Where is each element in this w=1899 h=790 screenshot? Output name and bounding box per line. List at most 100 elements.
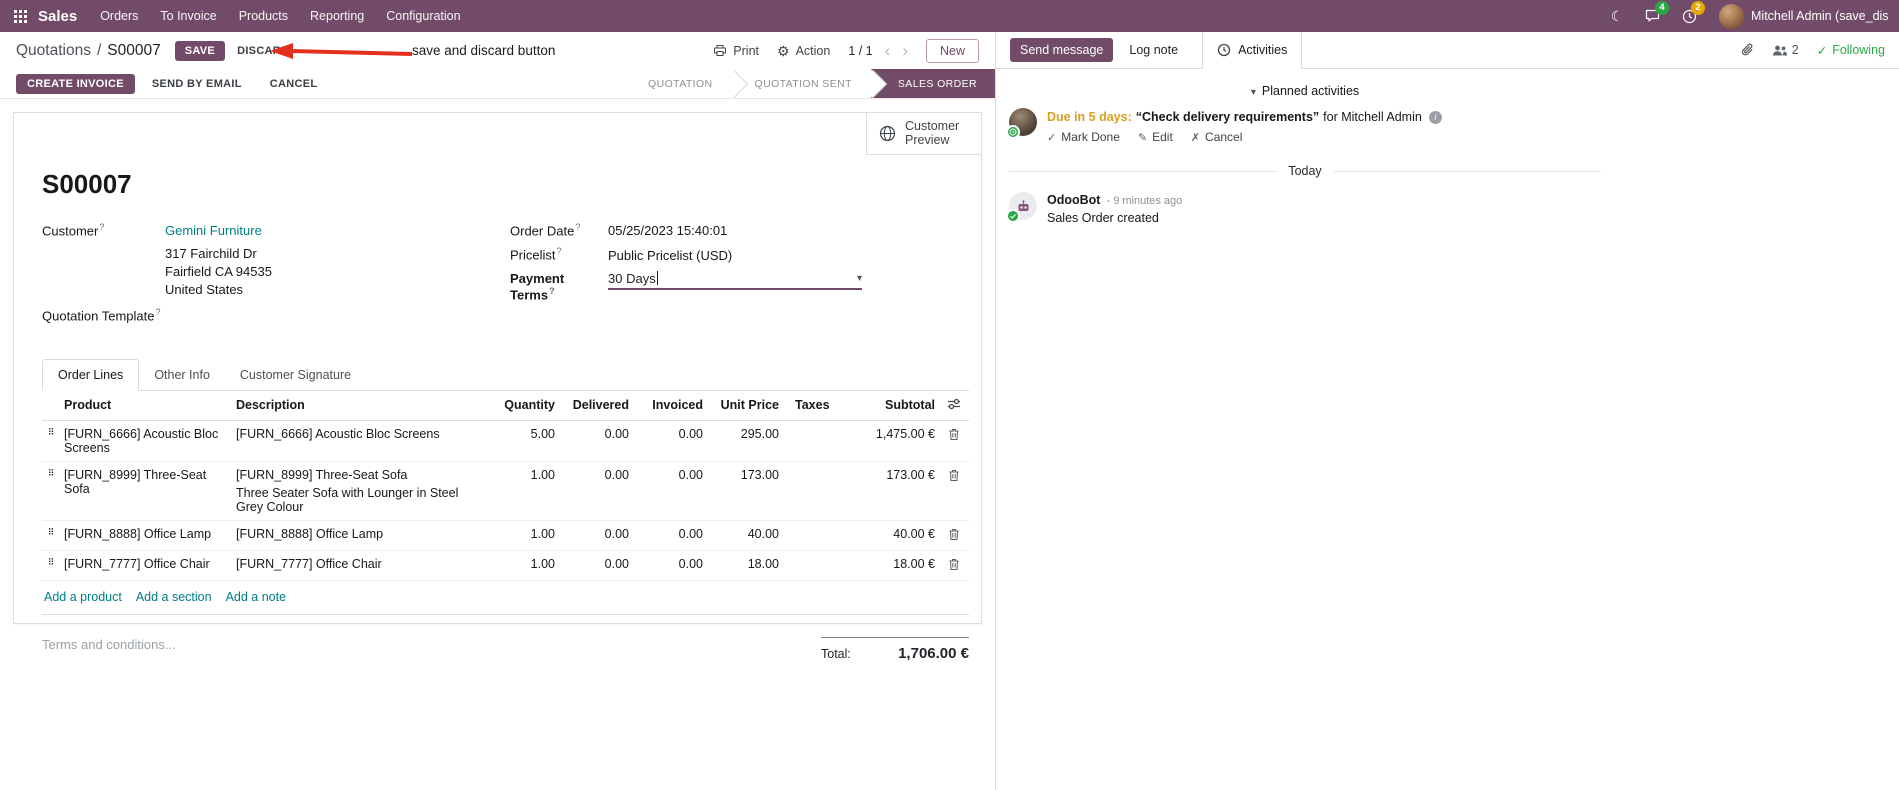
menu-reporting[interactable]: Reporting [299,0,375,32]
cancel-activity-button[interactable]: ✗ Cancel [1191,130,1243,144]
customer-preview-button[interactable]: Customer Preview [866,113,981,155]
apps-grid-icon[interactable] [6,0,34,32]
line-taxes[interactable] [783,550,847,581]
line-unit-price[interactable]: 173.00 [707,461,783,521]
line-invoiced[interactable]: 0.00 [633,461,707,521]
help-icon[interactable]: ? [549,286,555,296]
cancel-button[interactable]: CANCEL [259,74,329,94]
line-product[interactable]: [FURN_8999] Three-Seat Sofa [60,461,232,521]
header-subtotal[interactable]: Subtotal [847,390,939,421]
line-invoiced[interactable]: 0.00 [633,550,707,581]
line-delivered[interactable]: 0.00 [559,461,633,521]
discard-button[interactable]: DISCARD [229,41,297,61]
activities-tab[interactable]: Activities [1202,31,1303,69]
send-message-button[interactable]: Send message [1010,38,1114,62]
print-button[interactable]: Print [713,44,759,58]
breadcrumb-quotations[interactable]: Quotations [16,42,91,60]
followers-button[interactable]: 2 [1772,43,1799,57]
pager-previous-icon[interactable]: ‹ [885,42,891,59]
line-delivered[interactable]: 0.00 [559,550,633,581]
following-button[interactable]: ✓ Following [1817,43,1885,58]
add-section-link[interactable]: Add a section [136,590,212,604]
activities-clock-icon[interactable]: 2 [1675,0,1705,32]
app-name[interactable]: Sales [38,8,77,25]
menu-to-invoice[interactable]: To Invoice [149,0,227,32]
line-delivered[interactable]: 0.00 [559,520,633,551]
help-icon[interactable]: ? [99,222,104,232]
tab-customer-signature[interactable]: Customer Signature [225,359,366,391]
header-unit-price[interactable]: Unit Price [707,390,783,421]
line-product[interactable]: [FURN_7777] Office Chair [60,550,232,581]
header-description[interactable]: Description [232,390,485,421]
header-invoiced[interactable]: Invoiced [633,390,707,421]
delete-line-icon[interactable] [947,468,961,483]
order-line-row[interactable]: ⠿ [FURN_8999] Three-Seat Sofa [FURN_8999… [42,461,969,521]
state-sales-order[interactable]: SALES ORDER [870,69,995,98]
line-quantity[interactable]: 1.00 [485,461,559,521]
delete-line-icon[interactable] [947,427,961,442]
drag-handle-icon[interactable]: ⠿ [42,520,60,551]
menu-products[interactable]: Products [228,0,299,32]
state-quotation[interactable]: QUOTATION [627,69,748,98]
menu-configuration[interactable]: Configuration [375,0,471,32]
help-icon[interactable]: ? [557,246,562,256]
line-unit-price[interactable]: 295.00 [707,420,783,462]
line-unit-price[interactable]: 40.00 [707,520,783,551]
line-description[interactable]: [FURN_7777] Office Chair [232,550,485,581]
tab-other-info[interactable]: Other Info [139,359,225,391]
delete-line-icon[interactable] [947,527,961,542]
terms-and-conditions-field[interactable]: Terms and conditions... [42,637,176,652]
line-product[interactable]: [FURN_6666] Acoustic Bloc Screens [60,420,232,462]
new-button[interactable]: New [925,38,979,63]
attachments-paperclip-icon[interactable] [1741,43,1754,57]
line-description[interactable]: [FURN_8888] Office Lamp [232,520,485,551]
user-menu[interactable]: Mitchell Admin (save_discar [1711,3,1889,29]
message-author[interactable]: OdooBot [1047,193,1100,207]
action-button[interactable]: ⚙ Action [777,44,830,58]
tab-order-lines[interactable]: Order Lines [42,358,140,391]
payment-terms-field[interactable]: 30 Days ▾ [608,271,862,290]
line-product[interactable]: [FURN_8888] Office Lamp [60,520,232,551]
drag-handle-icon[interactable]: ⠿ [42,550,60,581]
messages-icon[interactable]: 4 [1639,0,1669,32]
planned-activities-toggle[interactable]: ▾ Planned activities [1009,69,1601,108]
line-invoiced[interactable]: 0.00 [633,520,707,551]
dropdown-caret-icon[interactable]: ▾ [857,273,862,284]
order-line-row[interactable]: ⠿ [FURN_7777] Office Chair [FURN_7777] O… [42,550,969,581]
send-by-email-button[interactable]: SEND BY EMAIL [141,74,253,94]
help-icon[interactable]: ? [575,222,580,232]
menu-orders[interactable]: Orders [89,0,149,32]
save-button[interactable]: SAVE [174,40,226,61]
create-invoice-button[interactable]: CREATE INVOICE [16,73,135,94]
log-note-button[interactable]: Log note [1129,43,1178,57]
line-delivered[interactable]: 0.00 [559,420,633,462]
help-icon[interactable]: ? [156,307,161,317]
line-invoiced[interactable]: 0.00 [633,420,707,462]
odoobot-avatar[interactable] [1006,192,1037,223]
delete-line-icon[interactable] [947,557,961,572]
line-unit-price[interactable]: 18.00 [707,550,783,581]
order-date-field[interactable]: 05/25/2023 15:40:01 [608,223,727,238]
mark-done-button[interactable]: ✓ Mark Done [1047,130,1120,144]
header-product[interactable]: Product [60,390,232,421]
line-taxes[interactable] [783,520,847,551]
order-line-row[interactable]: ⠿ [FURN_8888] Office Lamp [FURN_8888] Of… [42,520,969,551]
customer-link[interactable]: Gemini Furniture [165,223,262,238]
header-quantity[interactable]: Quantity [485,390,559,421]
line-description[interactable]: [FURN_6666] Acoustic Bloc Screens [232,420,485,462]
header-delivered[interactable]: Delivered [559,390,633,421]
header-taxes[interactable]: Taxes [783,390,847,421]
line-taxes[interactable] [783,461,847,521]
dark-mode-moon-icon[interactable]: ☾ [1603,0,1631,32]
add-note-link[interactable]: Add a note [226,590,286,604]
drag-handle-icon[interactable]: ⠿ [42,461,60,521]
info-icon[interactable]: i [1428,110,1442,124]
optional-columns-icon[interactable] [947,398,961,410]
pricelist-field[interactable]: Public Pricelist (USD) [608,248,732,263]
edit-activity-button[interactable]: ✎ Edit [1138,130,1173,144]
drag-handle-icon[interactable]: ⠿ [42,420,60,462]
line-quantity[interactable]: 5.00 [485,420,559,462]
line-description[interactable]: [FURN_8999] Three-Seat Sofa Three Seater … [232,461,485,521]
line-taxes[interactable] [783,420,847,462]
order-line-row[interactable]: ⠿ [FURN_6666] Acoustic Bloc Screens [FUR… [42,420,969,462]
